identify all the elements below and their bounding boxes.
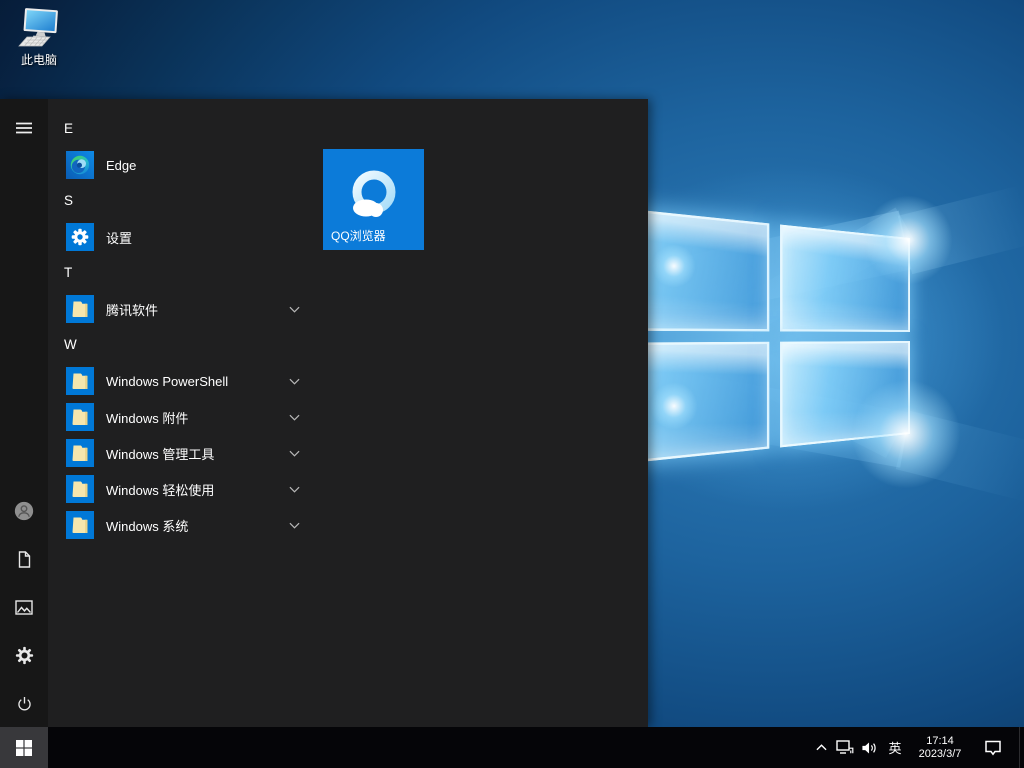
- start-menu: E Edge S 设置 T 腾讯软件 W Windows: [0, 99, 648, 727]
- folder-icon: [66, 367, 94, 395]
- settings-app-icon: [66, 223, 94, 251]
- tray-overflow-button[interactable]: [809, 727, 833, 768]
- folder-icon: [66, 439, 94, 467]
- tile-qq-browser[interactable]: QQ浏览器: [323, 149, 424, 250]
- clock[interactable]: 17:14 2023/3/7: [909, 727, 971, 768]
- app-item-tencent-software[interactable]: 腾讯软件: [48, 291, 314, 327]
- desktop-icon-this-pc[interactable]: 此电脑: [10, 6, 68, 68]
- app-item-windows-admin-tools[interactable]: Windows 管理工具: [48, 435, 314, 471]
- app-section-header-e[interactable]: E: [48, 111, 314, 147]
- app-item-label: 设置: [106, 228, 132, 247]
- app-item-windows-system[interactable]: Windows 系统: [48, 507, 314, 543]
- app-item-label: Windows 轻松使用: [106, 480, 214, 499]
- windows-desktop: 此电脑: [0, 0, 1024, 768]
- power-icon: [15, 694, 34, 713]
- clock-date: 2023/3/7: [919, 748, 962, 761]
- folder-icon: [66, 403, 94, 431]
- tile-area: QQ浏览器: [323, 149, 424, 250]
- language-label: 英: [888, 738, 901, 757]
- windows-logo-icon: [16, 740, 32, 756]
- app-item-windows-powershell[interactable]: Windows PowerShell: [48, 363, 314, 399]
- folder-icon: [66, 511, 94, 539]
- network-button[interactable]: [833, 727, 857, 768]
- chevron-down-icon[interactable]: [289, 450, 300, 457]
- start-menu-rail: [0, 99, 48, 727]
- tile-label: QQ浏览器: [331, 227, 386, 244]
- ethernet-icon: [836, 740, 854, 755]
- document-icon: [16, 551, 33, 568]
- taskbar: 英 17:14 2023/3/7: [0, 727, 1024, 768]
- settings-button[interactable]: [0, 631, 48, 679]
- folder-icon: [66, 295, 94, 323]
- user-account-button[interactable]: [0, 487, 48, 535]
- expand-menu-button[interactable]: [0, 104, 48, 152]
- app-item-label: Windows 附件: [106, 408, 188, 427]
- chevron-down-icon[interactable]: [289, 522, 300, 529]
- app-section-header-t[interactable]: T: [48, 255, 314, 291]
- system-tray: 英 17:14 2023/3/7: [809, 727, 1024, 768]
- edge-icon: [66, 151, 94, 179]
- app-item-edge[interactable]: Edge: [48, 147, 314, 183]
- chevron-down-icon[interactable]: [289, 378, 300, 385]
- show-desktop-button[interactable]: [1020, 727, 1024, 768]
- power-button[interactable]: [0, 679, 48, 727]
- light-ray: [896, 411, 1024, 506]
- clock-time: 17:14: [919, 735, 962, 748]
- gear-icon: [15, 646, 34, 665]
- app-item-label: 腾讯软件: [106, 300, 158, 319]
- hamburger-icon: [16, 122, 32, 134]
- chevron-down-icon[interactable]: [289, 486, 300, 493]
- pictures-button[interactable]: [0, 583, 48, 631]
- app-item-settings[interactable]: 设置: [48, 219, 314, 255]
- notification-icon: [984, 740, 1002, 756]
- app-item-windows-ease-of-access[interactable]: Windows 轻松使用: [48, 471, 314, 507]
- window-pane: [779, 341, 910, 448]
- start-button[interactable]: [0, 727, 48, 768]
- folder-icon: [66, 475, 94, 503]
- action-center-button[interactable]: [971, 727, 1015, 768]
- chevron-down-icon[interactable]: [289, 306, 300, 313]
- app-item-label: Edge: [106, 158, 136, 173]
- user-icon: [13, 500, 35, 522]
- app-item-label: Windows PowerShell: [106, 374, 228, 389]
- window-pane: [779, 224, 910, 331]
- app-section-header-s[interactable]: S: [48, 183, 314, 219]
- pictures-icon: [15, 600, 33, 615]
- app-item-label: Windows 管理工具: [106, 444, 214, 463]
- chevron-down-icon[interactable]: [289, 414, 300, 421]
- light-ray: [898, 182, 1024, 274]
- app-item-windows-accessories[interactable]: Windows 附件: [48, 399, 314, 435]
- app-list: E Edge S 设置 T 腾讯软件 W Windows: [48, 111, 314, 543]
- app-item-label: Windows 系统: [106, 516, 188, 535]
- chevron-up-icon: [816, 744, 827, 751]
- desktop-icon-label: 此电脑: [10, 51, 68, 68]
- computer-icon: [15, 6, 63, 50]
- volume-button[interactable]: [857, 727, 881, 768]
- app-section-header-w[interactable]: W: [48, 327, 314, 363]
- documents-button[interactable]: [0, 535, 48, 583]
- speaker-icon: [861, 741, 878, 755]
- language-indicator[interactable]: 英: [881, 727, 909, 768]
